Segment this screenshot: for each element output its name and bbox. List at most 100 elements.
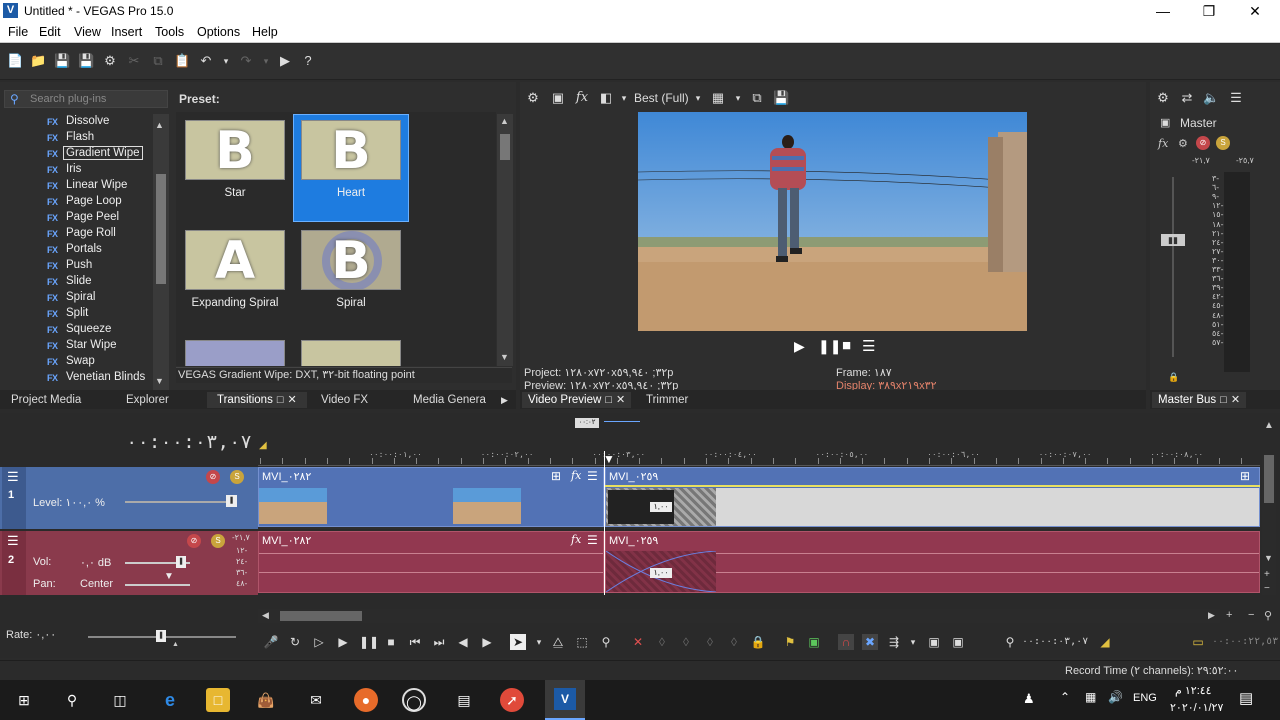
envelope-edit-icon[interactable]: ⧋	[550, 634, 566, 650]
scroll-left-icon[interactable]: ◀	[262, 610, 269, 621]
show-hidden-icons[interactable]: ⌃	[1060, 690, 1070, 704]
undock-icon[interactable]: □	[605, 394, 612, 406]
auto-crossfade-icon[interactable]: ✖	[862, 634, 878, 650]
properties-icon[interactable]: ⚙	[102, 53, 118, 69]
tree-item-push[interactable]: Push	[66, 259, 92, 271]
preview-quality[interactable]: Best (Full)	[634, 91, 689, 105]
undock-icon[interactable]: □	[1220, 394, 1227, 406]
quality-dropdown-icon[interactable]: ▾	[690, 90, 706, 106]
pan-slider-handle[interactable]: ▼	[164, 571, 174, 582]
split-icon[interactable]: ◊	[726, 634, 742, 650]
rate-slider-handle[interactable]: ❚	[156, 630, 166, 642]
scroll-up-icon[interactable]: ▲	[500, 116, 509, 126]
tab-video-preview[interactable]: Video Preview □ ✕	[522, 392, 632, 408]
overlays-grid-icon[interactable]: ▦	[710, 90, 726, 106]
loop-playback-icon[interactable]: ↻	[287, 634, 303, 650]
app-icon[interactable]: ➚	[500, 688, 524, 712]
mute-icon[interactable]: ⊘	[206, 470, 220, 484]
tree-scrollbar[interactable]: ▲ ▼	[153, 114, 169, 390]
app-icon[interactable]: ◯	[402, 688, 426, 712]
downmix-icon[interactable]: ⇄	[1179, 90, 1195, 106]
preset-thumbnail-partial[interactable]	[185, 340, 285, 366]
cut-icon[interactable]: ✂	[126, 53, 142, 69]
volume-icon[interactable]: 🔊	[1108, 690, 1123, 704]
ripple-dropdown-icon[interactable]: ▾	[905, 634, 921, 650]
preset-expanding-spiral-thumbnail[interactable]: A	[185, 230, 285, 290]
whats-this-help-icon[interactable]: ?	[300, 53, 316, 69]
windows-start-icon[interactable]: ⊞	[12, 688, 36, 712]
tab-trimmer[interactable]: Trimmer	[646, 392, 688, 408]
clip-menu-icon[interactable]: ☰	[587, 469, 598, 483]
close-tab-icon[interactable]: ✕	[287, 394, 296, 406]
preview-device-icon[interactable]: ▣	[550, 90, 566, 106]
track-menu-icon[interactable]: ☰	[7, 469, 19, 485]
save-snapshot-icon[interactable]: 💾	[773, 90, 789, 106]
close-tab-icon[interactable]: ✕	[1231, 394, 1240, 406]
preset-spiral-thumbnail[interactable]: B	[301, 230, 401, 290]
audio-track-header[interactable]: ☰ 2 ⊘ S -٢١,٧ Vol: ٠,٠ dB Pan: Center ❚ …	[0, 531, 258, 595]
plugin-search-box[interactable]: ⚲ Search plug-ins	[4, 90, 168, 108]
menu-edit[interactable]: Edit	[39, 25, 61, 39]
paste-icon[interactable]: 📋	[174, 53, 190, 69]
video-track-header[interactable]: ☰ 1 ⊘ S Level: ١٠٠,٠ % ❚	[0, 467, 258, 529]
tree-item-page-roll[interactable]: Page Roll	[66, 227, 116, 239]
tree-item-split[interactable]: Split	[66, 307, 88, 319]
tree-item-linear-wipe[interactable]: Linear Wipe	[66, 179, 127, 191]
video-fx-icon[interactable]: fx	[574, 90, 590, 106]
copy-icon[interactable]: ⧉	[150, 53, 166, 69]
play-icon[interactable]: ▶	[335, 634, 351, 650]
insert-marker-icon[interactable]: ⚑	[782, 634, 798, 650]
tree-item-portals[interactable]: Portals	[66, 243, 102, 255]
solo-icon[interactable]: S	[211, 534, 225, 548]
preview-stop-icon[interactable]: ■	[842, 337, 851, 354]
edit-tool-dropdown-icon[interactable]: ▾	[531, 634, 547, 650]
snapping-icon[interactable]: ∩	[838, 634, 854, 650]
tree-item-gradient-wipe[interactable]: Gradient Wipe	[63, 146, 143, 160]
tree-item-squeeze[interactable]: Squeeze	[66, 323, 111, 335]
zoom-out-h-icon[interactable]: −	[1248, 609, 1254, 621]
tree-item-spiral[interactable]: Spiral	[66, 291, 95, 303]
preset-scrollbar[interactable]: ▲ ▼	[497, 114, 513, 366]
store-icon[interactable]: 👜	[254, 688, 278, 712]
close-button[interactable]: ✕	[1232, 0, 1278, 23]
ripple-edit-icon[interactable]: ⇶	[886, 634, 902, 650]
tab-project-media[interactable]: Project Media	[11, 392, 81, 408]
tab-explorer[interactable]: Explorer	[126, 392, 169, 408]
split-screen-icon[interactable]: ◧	[598, 90, 614, 106]
timeline-up-icon[interactable]: ▲	[1264, 420, 1274, 431]
ignore-grouping-icon[interactable]: ▣	[950, 634, 966, 650]
lock-events-icon[interactable]: 🔒	[750, 634, 766, 650]
undo-icon[interactable]: ↶	[198, 53, 214, 69]
trim-icon[interactable]: ◊	[654, 634, 670, 650]
action-center-icon[interactable]: ▤	[1239, 689, 1253, 707]
dim-output-icon[interactable]: 🔈	[1203, 90, 1219, 106]
v-scroll-thumb[interactable]	[1264, 455, 1274, 503]
selection-edit-icon[interactable]: ⬚	[574, 634, 590, 650]
go-to-end-icon[interactable]: ⏭	[431, 634, 447, 650]
zoom-edit-icon[interactable]: ⚲	[598, 634, 614, 650]
trim-start-icon[interactable]: ◊	[678, 634, 694, 650]
menu-view[interactable]: View	[74, 25, 101, 39]
record-icon[interactable]: 🎤	[263, 634, 279, 650]
preset-heart-thumbnail[interactable]: B	[301, 120, 401, 180]
crop-icon[interactable]: ⊞	[551, 469, 561, 483]
next-frame-icon[interactable]: ▶	[479, 634, 495, 650]
minimize-button[interactable]: —	[1140, 0, 1186, 23]
insert-region-icon[interactable]: ▣	[806, 634, 822, 650]
taskbar-search-icon[interactable]: ⚲	[60, 688, 84, 712]
network-icon[interactable]: ▦	[1085, 690, 1096, 704]
level-slider-track[interactable]	[125, 501, 235, 503]
clock-date[interactable]: ٢٠٢٠/٠١/٢٧	[1170, 701, 1223, 714]
clock-time[interactable]: ١٢:٤٤ م	[1175, 684, 1212, 697]
master-checkbox-icon[interactable]: ▣	[1160, 116, 1170, 129]
zoom-in-icon[interactable]: +	[1264, 569, 1270, 580]
tree-item-swap[interactable]: Swap	[66, 355, 95, 367]
menu-file[interactable]: File	[8, 25, 28, 39]
master-fx-icon[interactable]: fx	[1158, 137, 1168, 150]
crop-icon[interactable]: ⊞	[1240, 469, 1250, 483]
delete-icon[interactable]: ✕	[630, 634, 646, 650]
split-dropdown-icon[interactable]: ▾	[616, 90, 632, 106]
vol-slider-handle[interactable]: ❚	[176, 556, 186, 568]
master-fader-handle[interactable]: ▮▮	[1161, 234, 1185, 246]
preview-settings-icon[interactable]: ⚙	[525, 90, 541, 106]
